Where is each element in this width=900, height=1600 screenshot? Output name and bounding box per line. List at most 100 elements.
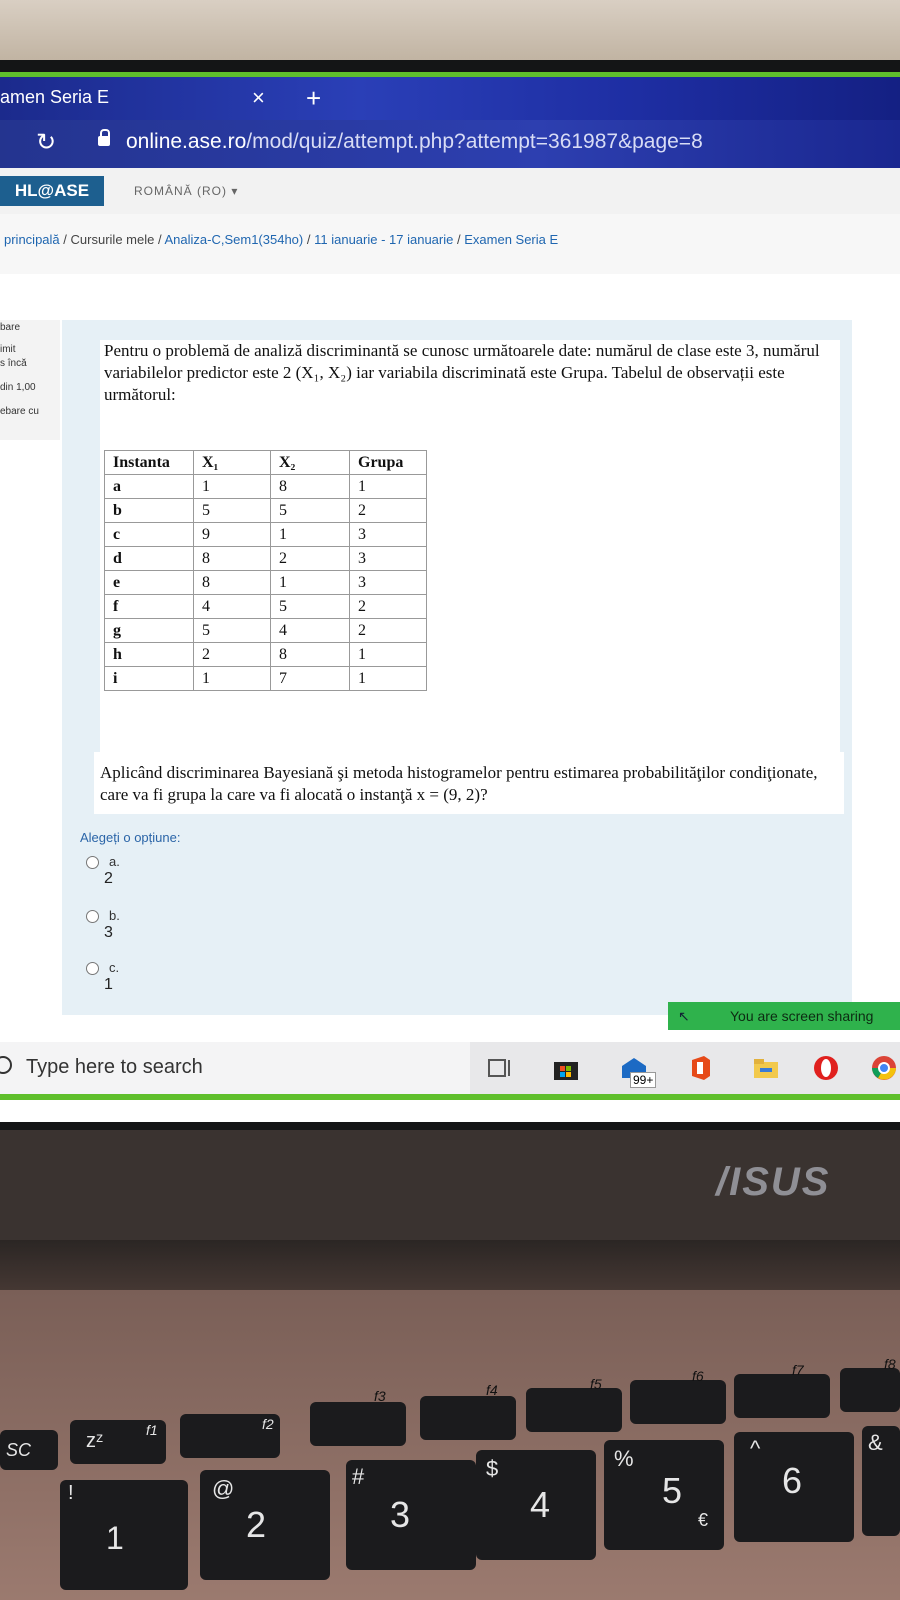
key-f1: zᶻ f1 (70, 1420, 166, 1464)
answer-option-b[interactable]: b. (86, 908, 120, 924)
chrome-icon[interactable] (870, 1054, 898, 1082)
key-f7: f7 (734, 1362, 830, 1418)
key-label: $ (486, 1456, 499, 1481)
browser-tab-title[interactable]: amen Seria E (0, 87, 109, 108)
key-label: 4 (530, 1484, 551, 1525)
table-row: a181 (104, 474, 427, 499)
breadcrumb-week[interactable]: 11 ianuarie - 17 ianuarie (314, 232, 453, 247)
question-marks: din 1,00 (0, 382, 36, 393)
key-label: f2 (262, 1416, 274, 1432)
opera-icon[interactable] (812, 1054, 840, 1082)
breadcrumb-bar: principală / Cursurile mele / Analiza-C,… (0, 214, 900, 274)
key-label: f4 (486, 1382, 498, 1398)
key-f6: f6 (630, 1368, 726, 1424)
table-row: c913 (104, 522, 427, 547)
breadcrumb-separator: / (456, 232, 461, 247)
flag-question[interactable]: ebare cu (0, 406, 39, 417)
key-1: ! 1 (60, 1480, 188, 1590)
key-label: & (868, 1430, 883, 1455)
answer-option-a[interactable]: a. (86, 854, 120, 870)
key-label: ! (68, 1482, 74, 1504)
address-bar: ↻ online.ase.ro/mod/quiz/attempt.php?att… (0, 120, 900, 168)
share-arrow-icon: ↖ (678, 1008, 690, 1024)
table-cell: 5 (193, 498, 271, 523)
task-view-icon[interactable] (486, 1054, 514, 1082)
browser-tab-bar: amen Seria E × + (0, 72, 900, 120)
option-value[interactable]: 3 (104, 924, 113, 942)
file-explorer-icon[interactable] (752, 1054, 780, 1082)
table-cell: 3 (349, 546, 427, 571)
question-state: bare (0, 322, 21, 333)
key-5: % 5 € (604, 1440, 724, 1550)
table-row: g542 (104, 618, 427, 643)
laptop-brand-logo: /ISUS (716, 1160, 831, 1204)
breadcrumb-quiz[interactable]: Examen Seria E (464, 232, 558, 247)
question-state-3: s încă (0, 358, 27, 369)
key-f2: f2 (180, 1414, 280, 1458)
screen-sharing-banner[interactable]: ↖ You are screen sharing (668, 1002, 900, 1030)
breadcrumb-course[interactable]: Analiza-C,Sem1(354ho) (165, 232, 304, 247)
table-cell: 8 (270, 642, 350, 667)
office-icon[interactable] (686, 1054, 714, 1082)
laptop-screen: amen Seria E × + ↻ online.ase.ro/mod/qui… (0, 72, 900, 1122)
column-header: Grupa (349, 450, 427, 475)
tab-close-icon[interactable]: × (252, 85, 265, 111)
table-cell: 1 (349, 666, 427, 691)
radio-button[interactable] (86, 962, 99, 976)
table-cell: 3 (349, 522, 427, 547)
key-esc: SC (0, 1430, 58, 1470)
option-value[interactable]: 1 (104, 976, 113, 994)
table-cell: 1 (270, 522, 350, 547)
key-label: ^ (750, 1436, 761, 1461)
reload-icon[interactable]: ↻ (36, 128, 56, 157)
language-menu[interactable]: ROMÂNĂ (RO) ▾ (134, 184, 238, 198)
radio-button[interactable] (86, 856, 99, 870)
answer-prompt: Alegeți o opțiune: (80, 830, 181, 845)
radio-button[interactable] (86, 910, 99, 924)
table-row: i171 (104, 666, 427, 691)
key-label: 1 (106, 1520, 124, 1556)
table-cell: 1 (349, 474, 427, 499)
key-label: f5 (590, 1376, 602, 1392)
key-f8: f8 (840, 1356, 900, 1412)
breadcrumb-separator: / (157, 232, 162, 247)
option-value[interactable]: 2 (104, 870, 113, 888)
key-label: 6 (782, 1460, 803, 1501)
table-cell: 8 (193, 546, 271, 571)
store-icon[interactable] (552, 1054, 580, 1082)
table-row: f452 (104, 594, 427, 619)
new-tab-icon[interactable]: + (306, 83, 321, 114)
breadcrumb-my-courses[interactable]: Cursurile mele (71, 232, 155, 247)
key-label: f7 (792, 1362, 804, 1378)
key-f3: f3 (310, 1388, 406, 1446)
table-cell: 5 (270, 594, 350, 619)
table-cell: e (104, 570, 194, 595)
screen-sharing-label: You are screen sharing (730, 1008, 874, 1024)
table-cell: 2 (349, 498, 427, 523)
key-label: f1 (146, 1422, 158, 1438)
table-cell: 8 (270, 474, 350, 499)
breadcrumb-home[interactable]: principală (4, 232, 60, 247)
taskbar-search[interactable]: Type here to search (0, 1042, 470, 1094)
key-label: f3 (374, 1388, 386, 1404)
site-logo[interactable]: HL@ASE (0, 176, 104, 206)
lock-icon (98, 129, 110, 146)
key-6: ^ 6 (734, 1432, 854, 1542)
key-label: f8 (884, 1356, 896, 1372)
search-placeholder: Type here to search (26, 1056, 203, 1078)
key-label: 2 (246, 1504, 267, 1545)
key-2: @2 (200, 1470, 330, 1580)
table-cell: d (104, 546, 194, 571)
url-host: online.ase.ro (126, 130, 247, 153)
answer-option-c[interactable]: c. (86, 960, 119, 976)
table-cell: 1 (349, 642, 427, 667)
url-field[interactable]: online.ase.ro/mod/quiz/attempt.php?attem… (126, 130, 703, 154)
url-path: /mod/quiz/attempt.php?attempt=361987&pag… (246, 130, 703, 153)
key-label: @ (212, 1476, 235, 1501)
question-text: Aplicând discriminarea Bayesiană şi meto… (100, 763, 818, 804)
key-7: & (862, 1426, 900, 1536)
table-cell: b (104, 498, 194, 523)
key-3: #3 (346, 1460, 476, 1570)
table-cell: 2 (349, 618, 427, 643)
breadcrumb: principală / Cursurile mele / Analiza-C,… (4, 232, 558, 247)
